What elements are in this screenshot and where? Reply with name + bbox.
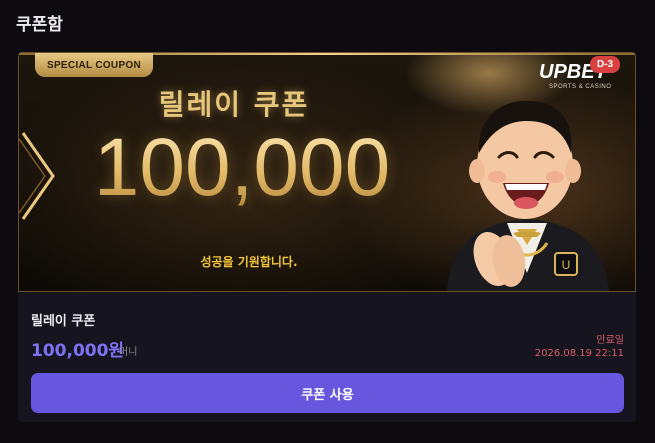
page-title: 쿠폰함 — [16, 15, 63, 35]
use-coupon-button[interactable]: 쿠폰 사용 — [31, 373, 624, 413]
svg-text:U: U — [562, 258, 571, 272]
expire-date: 2026.08.19 22:11 — [534, 348, 624, 359]
coupon-name: 릴레이 쿠폰 — [31, 314, 96, 329]
expire-label: 만료일 — [596, 335, 624, 346]
coupon-banner: SPECIAL COUPON 릴레이 쿠폰 100,000 성공을 기원합니다.… — [18, 52, 636, 292]
mascot-illustration: U — [447, 100, 609, 291]
upbet-logo-subtitle: SPORTS & CASINO — [549, 84, 612, 90]
banner-title: 릴레이 쿠폰 — [158, 88, 310, 121]
coupon-box-page: 쿠폰함 SPECIAL COUPON 릴레이 쿠폰 100,000 성공을 기원… — [0, 0, 655, 443]
coupon-info: 릴레이 쿠폰 100,000원 머니 만료일 2026.08.19 22:11 … — [18, 300, 636, 422]
special-coupon-tag: SPECIAL COUPON — [35, 53, 153, 77]
banner-amount: 100,000 — [77, 121, 407, 215]
coupon-unit: 머니 — [119, 347, 138, 358]
chevron-right-icon — [19, 132, 55, 220]
coupon-value: 100,000원 — [31, 341, 125, 361]
coupon-card: SPECIAL COUPON 릴레이 쿠폰 100,000 성공을 기원합니다.… — [18, 52, 636, 422]
days-left-badge: D-3 — [590, 56, 621, 73]
banner-slogan: 성공을 기원합니다. — [200, 255, 298, 269]
